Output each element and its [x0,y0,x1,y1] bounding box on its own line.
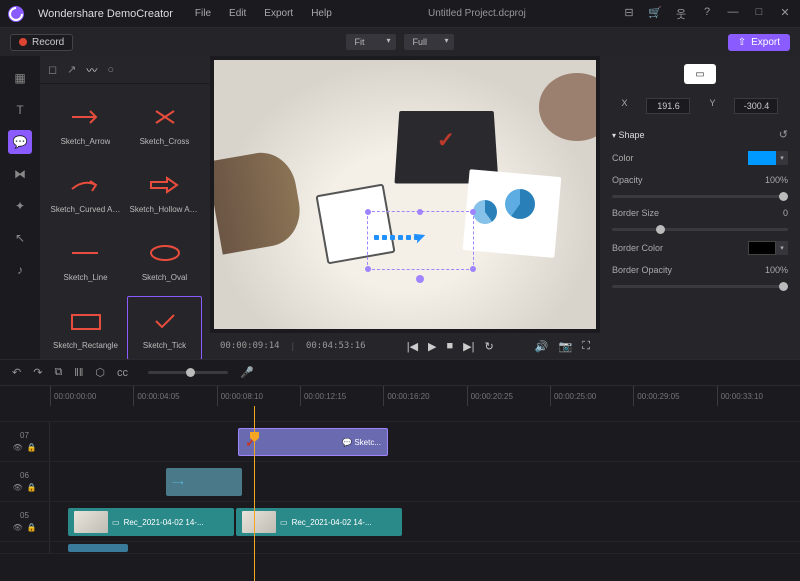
menu-export[interactable]: Export [264,8,293,19]
clip-audio[interactable] [68,544,128,552]
color-dropdown-icon[interactable]: ▾ [776,151,788,165]
y-input[interactable] [734,98,778,114]
snapshot-icon[interactable]: 📷 [559,340,573,353]
border-size-slider[interactable] [612,228,788,231]
clip-video-2[interactable]: ▭ Rec_2021-04-02 14-... [236,508,402,536]
tab-sketch-icon[interactable]: 〰 [86,62,97,78]
rail-library-icon[interactable]: ▦ [8,66,32,90]
close-icon[interactable]: ✕ [778,6,792,22]
prev-frame-icon[interactable]: |◀ [407,340,418,353]
mic-icon[interactable]: 🎤 [240,366,254,379]
fullscreen-icon[interactable]: ⛶ [582,340,590,353]
asset-sketch-hollow-arrow[interactable]: Sketch_Hollow Arr... [127,160,202,224]
reset-icon[interactable]: ↺ [779,128,788,141]
preview-canvas[interactable]: ➤ [214,60,596,329]
color-swatch[interactable] [748,151,776,165]
split-icon[interactable]: ǁǁ [74,367,83,379]
app-name: Wondershare DemoCreator [38,8,173,20]
tab-dialog-icon[interactable]: ◻ [48,63,57,76]
rail-annotation-icon[interactable]: 💬 [8,130,32,154]
stop-icon[interactable]: ■ [447,340,454,353]
asset-sketch-cross[interactable]: Sketch_Cross [127,92,202,156]
fit-dropdown[interactable]: Fit [346,34,396,50]
lock-icon[interactable]: 🔒 [27,443,37,452]
rail-cursor-icon[interactable]: ↖ [8,226,32,250]
next-frame-icon[interactable]: ▶| [463,340,474,353]
minimize-icon[interactable]: — [726,6,740,22]
clip-video-1[interactable]: ▭ Rec_2021-04-02 14-... [68,508,234,536]
maximize-icon[interactable]: □ [752,6,766,22]
lock-icon[interactable]: 🔒 [27,523,37,532]
timeline-ruler[interactable]: 00:00:00:0000:00:04:0500:00:08:1000:00:1… [0,386,800,406]
border-color-swatch[interactable] [748,241,776,255]
menu-help[interactable]: Help [311,8,332,19]
zoom-slider[interactable] [148,371,228,374]
loop-icon[interactable]: ↻ [485,340,494,353]
crop-icon[interactable]: ⧉ [54,366,62,379]
chevron-down-icon[interactable]: ▾ [612,131,616,140]
caption-icon[interactable]: cc [117,367,128,379]
asset-sketch-rectangle[interactable]: Sketch_Rectangle [48,296,123,359]
export-button[interactable]: ⇧Export [728,34,790,51]
menu-file[interactable]: File [195,8,211,19]
menu-edit[interactable]: Edit [229,8,246,19]
selection-bounds[interactable] [367,211,474,270]
clip-wave[interactable]: ⟶ [166,468,242,496]
current-time: 00:00:09:14 [220,341,280,351]
rail-effects-icon[interactable]: ✦ [8,194,32,218]
inbox-icon[interactable]: ⊟ [622,6,636,22]
total-time: 00:04:53:16 [306,341,366,351]
border-opacity-slider[interactable] [612,285,788,288]
border-color-dropdown-icon[interactable]: ▾ [776,241,788,255]
rail-audio-icon[interactable]: ♪ [8,258,32,282]
lock-icon[interactable]: 🔒 [27,483,37,492]
redo-icon[interactable]: ↷ [33,366,42,379]
tab-arrow-icon[interactable]: ↗ [67,63,76,76]
transform-mode-icon[interactable]: ▭ [684,64,716,84]
asset-sketch-line[interactable]: Sketch_Line [48,228,123,292]
eye-icon[interactable]: 👁 [12,523,22,532]
asset-sketch-curved-arrow[interactable]: Sketch_Curved Arr... [48,160,123,224]
playhead[interactable] [254,406,255,581]
rail-transition-icon[interactable]: ⧓ [8,162,32,186]
asset-sketch-arrow[interactable]: Sketch_Arrow [48,92,123,156]
upload-icon: ⇧ [738,37,746,48]
asset-sketch-oval[interactable]: Sketch_Oval [127,228,202,292]
tab-shape-icon[interactable]: ○ [107,64,114,76]
app-logo [8,6,24,22]
opacity-slider[interactable] [612,195,788,198]
record-button[interactable]: Record [10,34,73,51]
x-input[interactable] [646,98,690,114]
volume-icon[interactable]: 🔊 [535,340,549,353]
rail-text-icon[interactable]: T [8,98,32,122]
undo-icon[interactable]: ↶ [12,366,21,379]
asset-sketch-tick[interactable]: Sketch_Tick [127,296,202,359]
project-title: Untitled Project.dcproj [346,8,608,19]
quality-dropdown[interactable]: Full [404,34,454,50]
eye-icon[interactable]: 👁 [12,443,22,452]
clip-annotation[interactable]: ✓💬 Sketc... [238,428,388,456]
marker-icon[interactable]: ⬡ [95,366,105,379]
play-icon[interactable]: ▶ [428,340,436,353]
cart-icon[interactable]: 🛒 [648,6,662,22]
user-icon[interactable]: 웃 [674,6,688,22]
eye-icon[interactable]: 👁 [12,483,22,492]
help-icon[interactable]: ? [700,6,714,22]
